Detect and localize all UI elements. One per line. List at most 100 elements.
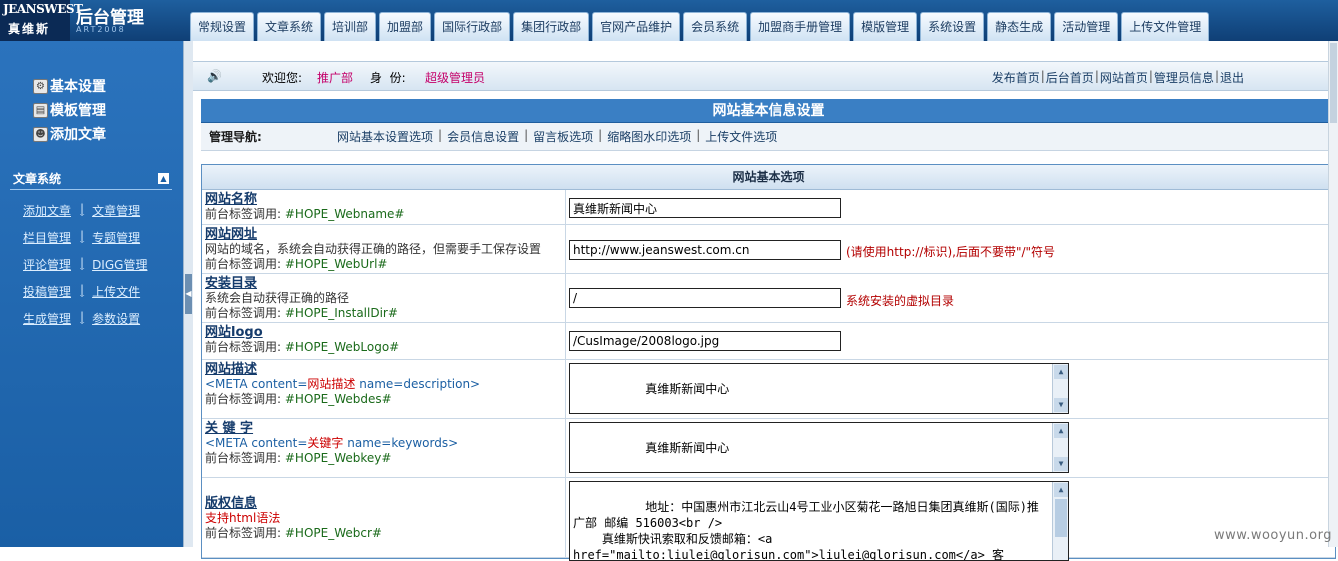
webkey-textarea[interactable]: 真维斯新闻中心 ▲ ▼: [569, 422, 1069, 473]
textarea-scrollbar[interactable]: ▲ ▼: [1052, 364, 1068, 413]
tab-static-generate[interactable]: 静态生成: [987, 12, 1052, 41]
tab-system-settings[interactable]: 系统设置: [920, 12, 985, 41]
tab-intl-admin[interactable]: 国际行政部: [434, 12, 511, 41]
user-add-icon: ☻: [33, 126, 48, 142]
link-admin-info[interactable]: 管理员信息: [1154, 69, 1214, 86]
menu-topic-manage[interactable]: 专题管理: [92, 229, 140, 246]
gear-icon: ⚙: [33, 78, 48, 94]
weblogo-input[interactable]: [569, 331, 841, 351]
row-value: 地址：中国惠州市江北云山4号工业小区菊花一路旭日集团真维斯(国际)推广部 邮编 …: [566, 478, 1335, 561]
manage-nav-links: 网站基本设置选项 | 会员信息设置 | 留言板选项 | 缩略图水印选项 | 上传文件选项: [337, 128, 778, 145]
tag-code: #HOPE_Webdes#: [284, 392, 392, 406]
collapse-sidebar-icon[interactable]: ◀: [185, 274, 192, 314]
menu-column-manage[interactable]: 栏目管理: [23, 229, 71, 246]
tag-code: #HOPE_InstallDir#: [284, 306, 398, 320]
scroll-thumb[interactable]: [1055, 499, 1067, 537]
menu-row: 添加文章 | 文章管理: [23, 202, 141, 219]
textarea-scrollbar[interactable]: ▲: [1052, 482, 1068, 560]
template-icon: ▤: [33, 102, 48, 118]
weburl-input[interactable]: [569, 240, 841, 260]
textarea-scrollbar[interactable]: ▲ ▼: [1052, 423, 1068, 472]
menu-row: 评论管理 | DIGG管理: [23, 256, 148, 273]
tab-franchise[interactable]: 加盟部: [379, 12, 432, 41]
scroll-up-icon[interactable]: ▲: [1054, 365, 1068, 379]
tab-article-system[interactable]: 文章系统: [257, 12, 322, 41]
field-title: 网站名称: [205, 192, 258, 207]
quick-link-template-manage[interactable]: ▤ 模板管理: [33, 100, 106, 120]
tab-group-admin[interactable]: 集团行政部: [513, 12, 590, 41]
scroll-up-icon[interactable]: ▲: [1054, 424, 1068, 438]
link-publish-home[interactable]: 发布首页: [992, 69, 1040, 86]
tab-training[interactable]: 培训部: [324, 12, 377, 41]
menu-article-manage[interactable]: 文章管理: [92, 202, 140, 219]
scroll-up-icon[interactable]: ▲: [1054, 483, 1068, 497]
manage-nav-label: 管理导航:: [209, 130, 262, 144]
page-scroll-thumb[interactable]: [1330, 43, 1337, 123]
nav-basic-settings[interactable]: 网站基本设置选项: [337, 128, 433, 145]
tab-member-system[interactable]: 会员系统: [683, 12, 748, 41]
settings-table: 网站基本选项 网站名称 前台标签调用: #HOPE_Webname# 网站网址 …: [201, 164, 1336, 561]
row-value: 真维斯新闻中心 ▲ ▼: [566, 419, 1335, 477]
table-row: 版权信息 支持html语法 前台标签调用: #HOPE_Webcr# 地址：中国…: [202, 478, 1335, 561]
table-row: 安装目录 系统会自动获得正确的路径 前台标签调用: #HOPE_InstallD…: [202, 274, 1335, 323]
nav-upload-options[interactable]: 上传文件选项: [705, 128, 777, 145]
row-label: 安装目录 系统会自动获得正确的路径 前台标签调用: #HOPE_InstallD…: [202, 274, 566, 322]
menu-submission-manage[interactable]: 投稿管理: [23, 283, 71, 300]
tag-label: 前台标签调用:: [205, 306, 282, 320]
scroll-down-icon[interactable]: ▼: [1054, 398, 1068, 412]
menu-parameter-settings[interactable]: 参数设置: [92, 310, 140, 327]
tab-general-settings[interactable]: 常规设置: [190, 12, 255, 41]
field-title: 版权信息: [205, 496, 258, 511]
tab-product-maintenance[interactable]: 官网产品维护: [592, 12, 681, 41]
row-label: 网站logo 前台标签调用: #HOPE_WebLogo#: [202, 323, 566, 359]
webname-input[interactable]: [569, 198, 841, 218]
menu-comment-manage[interactable]: 评论管理: [23, 256, 71, 273]
link-admin-home[interactable]: 后台首页: [1046, 69, 1094, 86]
sidebar-section-title: 文章系统: [13, 172, 62, 186]
tab-template-manage[interactable]: 模版管理: [853, 12, 918, 41]
tag-label: 前台标签调用:: [205, 340, 282, 354]
top-tabs: 常规设置 文章系统 培训部 加盟部 国际行政部 集团行政部 官网产品维护 会员系…: [190, 12, 1212, 41]
quick-link-add-article[interactable]: ☻ 添加文章: [33, 124, 106, 144]
table-row: 网站描述 <META content=网站描述 name=description…: [202, 360, 1335, 419]
link-site-home[interactable]: 网站首页: [1100, 69, 1148, 86]
nav-thumbnail-watermark[interactable]: 缩略图水印选项: [607, 128, 691, 145]
webcr-textarea[interactable]: 地址：中国惠州市江北云山4号工业小区菊花一路旭日集团真维斯(国际)推广部 邮编 …: [569, 481, 1069, 561]
row-value: (请使用http://标识),后面不要带"/"符号: [566, 225, 1335, 273]
quick-link-basic-settings[interactable]: ⚙ 基本设置: [33, 76, 106, 96]
nav-guestbook-options[interactable]: 留言板选项: [533, 128, 593, 145]
installdir-note: 系统安装的虚拟目录: [846, 294, 955, 308]
content-panel: 网站基本信息设置 管理导航: 网站基本设置选项 | 会员信息设置 | 留言板选项 | …: [201, 99, 1336, 151]
menu-row: 投稿管理 | 上传文件: [23, 283, 141, 300]
meta-prefix: <META content=: [205, 436, 308, 450]
info-bar: 🔊 欢迎您: 推广部 身 份: 超级管理员 发布首页 | 后台首页 | 网站首页 | …: [193, 61, 1338, 91]
tab-upload-files[interactable]: 上传文件管理: [1121, 12, 1210, 41]
table-title: 网站基本选项: [202, 165, 1335, 190]
field-title: 网站logo: [205, 325, 263, 340]
link-logout[interactable]: 退出: [1220, 69, 1244, 86]
brand-title: 后台管理 ART2008: [72, 0, 190, 41]
installdir-input[interactable]: [569, 288, 841, 308]
meta-content: 网站描述: [307, 377, 356, 391]
speaker-icon: 🔊: [207, 69, 222, 83]
webdes-textarea[interactable]: 真维斯新闻中心 ▲ ▼: [569, 363, 1069, 414]
menu-generate-manage[interactable]: 生成管理: [23, 310, 71, 327]
field-desc: 支持html语法: [205, 511, 281, 525]
scroll-down-icon[interactable]: ▼: [1054, 457, 1068, 471]
quick-link-label: 模板管理: [50, 103, 106, 119]
meta-prefix: <META content=: [205, 377, 308, 391]
page-scrollbar[interactable]: [1328, 41, 1338, 547]
nav-member-settings[interactable]: 会员信息设置: [447, 128, 519, 145]
tag-label: 前台标签调用:: [205, 392, 282, 406]
row-label: 网站描述 <META content=网站描述 name=description…: [202, 360, 566, 418]
menu-add-article[interactable]: 添加文章: [23, 202, 71, 219]
collapse-icon[interactable]: ▲: [158, 173, 169, 184]
menu-digg-manage[interactable]: DIGG管理: [92, 256, 147, 273]
field-title: 网站网址: [205, 227, 258, 242]
row-label: 版权信息 支持html语法 前台标签调用: #HOPE_Webcr#: [202, 478, 566, 557]
menu-upload-file[interactable]: 上传文件: [92, 283, 140, 300]
manage-nav: 管理导航: 网站基本设置选项 | 会员信息设置 | 留言板选项 | 缩略图水印选项 | …: [201, 123, 1336, 151]
tab-franchise-manual[interactable]: 加盟商手册管理: [750, 12, 851, 41]
tab-activity-manage[interactable]: 活动管理: [1054, 12, 1119, 41]
row-value: 真维斯新闻中心 ▲ ▼: [566, 360, 1335, 418]
